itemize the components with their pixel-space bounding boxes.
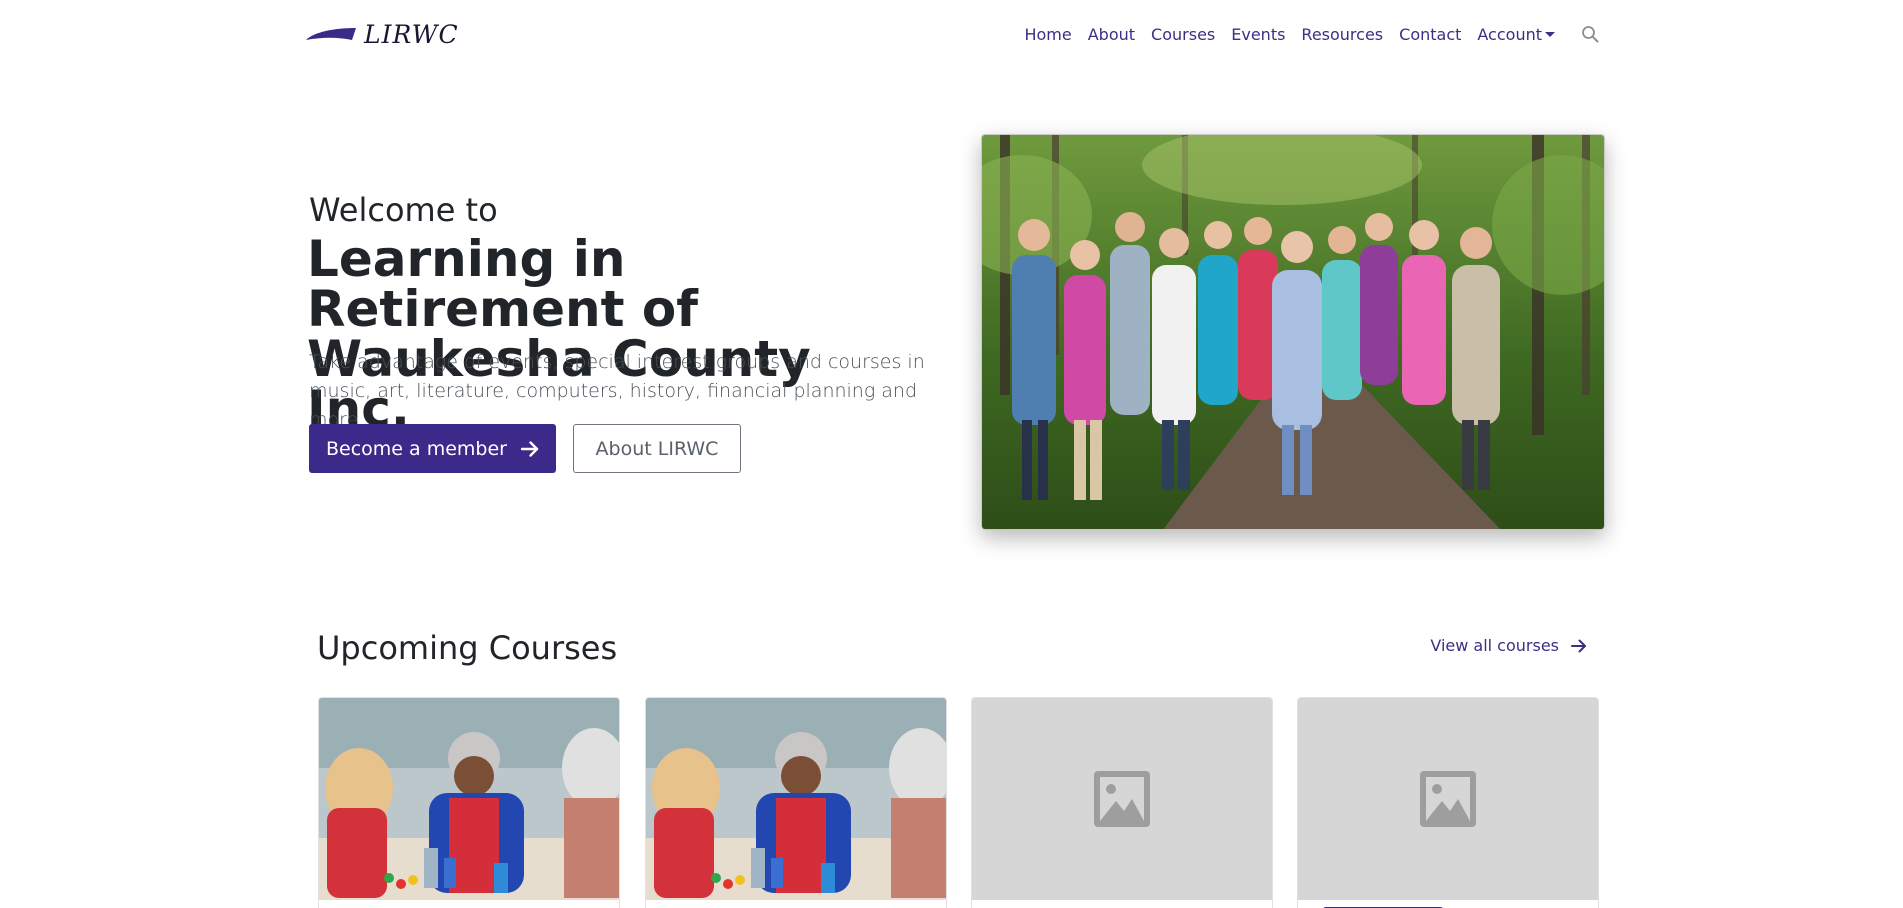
image-placeholder-icon [972, 698, 1272, 900]
upcoming-courses-heading: Upcoming Courses [317, 629, 618, 667]
brand-logo[interactable]: LIRWC [304, 22, 459, 48]
nav-courses[interactable]: Courses [1151, 25, 1215, 44]
nav-about[interactable]: About [1088, 25, 1135, 44]
view-all-courses-link[interactable]: View all courses [1430, 636, 1587, 655]
image-placeholder-icon [1298, 698, 1598, 900]
about-lirwc-label: About LIRWC [595, 437, 719, 460]
arrow-right-icon [520, 440, 539, 457]
nav-events[interactable]: Events [1231, 25, 1285, 44]
search-icon[interactable] [1579, 23, 1601, 45]
nav-resources[interactable]: Resources [1301, 25, 1383, 44]
about-lirwc-button[interactable]: About LIRWC [573, 424, 741, 473]
main-nav: Home About Courses Events Resources Cont… [1008, 20, 1601, 48]
painting-class-photo [646, 698, 946, 900]
group-hike-photo [981, 134, 1605, 530]
navbar: LIRWC Home About Courses Events Resource… [0, 0, 1903, 70]
arrow-right-icon [1571, 639, 1587, 653]
course-card[interactable] [318, 697, 620, 908]
nav-account-dropdown[interactable]: Account [1477, 25, 1555, 44]
caret-down-icon [1545, 31, 1555, 37]
hero-welcome: Welcome to [309, 191, 498, 229]
nav-home[interactable]: Home [1024, 25, 1071, 44]
hero-lead: Take advantage of events, special intere… [309, 351, 925, 431]
course-card[interactable] [971, 697, 1273, 908]
painting-class-photo [319, 698, 619, 900]
course-card[interactable] [1297, 697, 1599, 908]
become-member-label: Become a member [326, 437, 507, 460]
nav-contact[interactable]: Contact [1399, 25, 1461, 44]
course-card[interactable] [645, 697, 947, 908]
swoosh-logo-icon [306, 28, 356, 40]
become-member-button[interactable]: Become a member [309, 424, 556, 473]
view-all-courses-label: View all courses [1430, 636, 1559, 655]
brand-name: LIRWC [364, 20, 459, 49]
nav-account-label: Account [1477, 24, 1542, 44]
